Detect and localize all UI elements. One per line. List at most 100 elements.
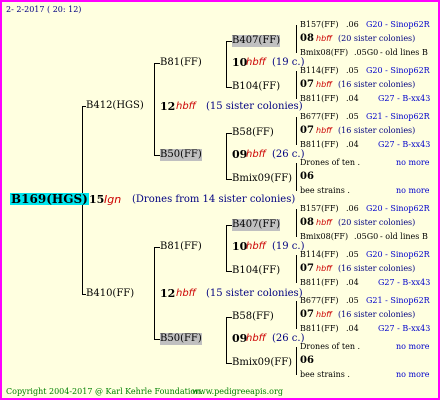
bottom-queen[interactable]: B410(FF) <box>86 288 134 300</box>
bottom-b-gen-mark: hbff <box>246 333 266 344</box>
pedigree-frame: 2- 2-2017 ( 20: 12) B169(HGS) 15 Ign (Dr… <box>0 0 440 400</box>
bottom-ab-queen[interactable]: B104(FF) <box>232 265 280 277</box>
bottom-ab-r1-num: .05 <box>346 250 359 259</box>
root-note: (Drones from 14 sister colonies) <box>132 194 296 205</box>
top-aa-r1-id[interactable]: B157(FF) <box>300 19 339 31</box>
bottom-a-gen-mark: hbff <box>246 241 266 252</box>
top-a-queen[interactable]: B81(FF) <box>160 57 202 69</box>
bottom-ab-note: (16 sister colonies) <box>338 264 416 273</box>
top-bb-r2-more: no more <box>396 186 430 195</box>
top-ab-queen[interactable]: B104(FF) <box>232 81 280 93</box>
top-l3a-connector <box>226 41 227 87</box>
bottom-aa-queen[interactable]: B407(FF) <box>232 219 281 231</box>
footer-copyright: Copyright 2004-2017 @ Karl Kehrle Founda… <box>6 387 203 396</box>
bottom-bb-r1-more: no more <box>396 342 430 351</box>
bottom-aa-r2-info: - old lines B <box>380 232 428 241</box>
top-aa-note: (20 sister colonies) <box>338 34 416 43</box>
bottom-aa-r2-id[interactable]: Bmix08(FF) <box>300 231 348 243</box>
top-l4-a <box>296 25 297 53</box>
bottom-l3b-connector <box>226 317 227 363</box>
bottom-aa-r2-num: .05G0 <box>354 232 379 241</box>
top-aa-generation: 08 <box>300 33 314 44</box>
bottom-l4-b <box>296 255 297 283</box>
top-ab-r1-info: G20 - Sinop62R <box>366 66 430 75</box>
top-aa-r1-info: G20 - Sinop62R <box>366 20 430 29</box>
top-bb-queen[interactable]: Bmix09(FF) <box>232 173 292 185</box>
top-note: (15 sister colonies) <box>206 101 303 112</box>
bottom-b-queen[interactable]: B50(FF) <box>160 333 202 345</box>
bottom-ab-r2-info: G27 - B-xx43 <box>378 278 431 287</box>
top-ab-gen-mark: hbff <box>316 80 332 89</box>
top-aa-queen[interactable]: B407(FF) <box>232 35 281 47</box>
footer-site-link[interactable]: www.pedigreeapis.org <box>192 386 283 398</box>
root-generation: 15 <box>89 193 105 206</box>
bottom-ab-r2-id[interactable]: B811(FF) <box>300 277 339 289</box>
bottom-ba-r2-info: G27 - B-xx43 <box>378 324 431 333</box>
date-stamp: 2- 2-2017 ( 20: 12) <box>6 5 82 14</box>
top-aa-r2-num: .05G0 <box>354 48 379 57</box>
bottom-ba-r2-num: .04 <box>346 324 359 333</box>
bottom-ba-r2-id[interactable]: B811(FF) <box>300 323 339 335</box>
top-bb-r1-label: Drones of ten . <box>300 158 361 167</box>
bottom-note: (15 sister colonies) <box>206 288 303 299</box>
bottom-l4-d <box>296 347 297 375</box>
bottom-aa-generation: 08 <box>300 217 314 228</box>
top-ba-r2-num: .04 <box>346 140 359 149</box>
bottom-ab-r1-info: G20 - Sinop62R <box>366 250 430 259</box>
bottom-bb-queen[interactable]: Bmix09(FF) <box>232 357 292 369</box>
top-l3b-connector <box>226 133 227 179</box>
top-ba-note: (16 sister colonies) <box>338 126 416 135</box>
top-ab-r1-id[interactable]: B114(FF) <box>300 65 339 77</box>
top-ba-gen-mark: hbff <box>316 126 332 135</box>
bottom-ab-r1-id[interactable]: B114(FF) <box>300 249 339 261</box>
bottom-generation: 12 <box>160 287 176 300</box>
top-ba-r2-id[interactable]: B811(FF) <box>300 139 339 151</box>
bottom-aa-r1-info: G20 - Sinop62R <box>366 204 430 213</box>
bottom-ab-r2-num: .04 <box>346 278 359 287</box>
bottom-aa-gen-mark: hbff <box>316 218 332 227</box>
bottom-gen-mark: hbff <box>176 288 196 299</box>
bottom-bb-generation: 06 <box>300 355 314 366</box>
bottom-ba-note: (16 sister colonies) <box>338 310 416 319</box>
top-l2-connector <box>154 63 155 155</box>
bottom-ba-r1-info: G21 - Sinop62R <box>366 296 430 305</box>
top-ab-r2-info: G27 - B-xx43 <box>378 94 431 103</box>
top-aa-r1-num: .06 <box>346 20 359 29</box>
top-ab-generation: 07 <box>300 79 314 90</box>
bottom-ab-gen-mark: hbff <box>316 264 332 273</box>
bottom-ab-generation: 07 <box>300 263 314 274</box>
top-ab-note: (16 sister colonies) <box>338 80 416 89</box>
bottom-l3a-connector <box>226 225 227 271</box>
bottom-bb-r1-label: Drones of ten . <box>300 342 361 351</box>
top-queen[interactable]: B412(HGS) <box>86 100 144 112</box>
top-bb-r2-label: bee strains . <box>300 186 350 195</box>
bottom-ba-generation: 07 <box>300 309 314 320</box>
bottom-ba-queen[interactable]: B58(FF) <box>232 311 274 323</box>
root-gen-mark: Ign <box>104 193 122 206</box>
top-ba-r2-info: G27 - B-xx43 <box>378 140 431 149</box>
top-a-gen-mark: hbff <box>246 57 266 68</box>
top-bb-r1-more: no more <box>396 158 430 167</box>
top-ab-r1-num: .05 <box>346 66 359 75</box>
top-b-queen[interactable]: B50(FF) <box>160 149 202 161</box>
bottom-l2-connector <box>154 247 155 339</box>
top-ba-queen[interactable]: B58(FF) <box>232 127 274 139</box>
top-ba-r1-id[interactable]: B677(FF) <box>300 111 339 123</box>
bottom-ba-r1-id[interactable]: B677(FF) <box>300 295 339 307</box>
top-ab-r2-id[interactable]: B811(FF) <box>300 93 339 105</box>
top-l4-d <box>296 163 297 191</box>
bottom-bb-r2-more: no more <box>396 370 430 379</box>
top-ba-r1-num: .05 <box>346 112 359 121</box>
top-bb-generation: 06 <box>300 171 314 182</box>
top-l4-b <box>296 71 297 99</box>
top-gen-mark: hbff <box>176 101 196 112</box>
bottom-ba-gen-mark: hbff <box>316 310 332 319</box>
top-aa-r2-id[interactable]: Bmix08(FF) <box>300 47 348 59</box>
bottom-l4-a <box>296 209 297 237</box>
bottom-l4-c <box>296 301 297 329</box>
top-ab-r2-num: .04 <box>346 94 359 103</box>
bottom-aa-r1-id[interactable]: B157(FF) <box>300 203 339 215</box>
root-queen[interactable]: B169(HGS) <box>10 193 89 205</box>
bottom-a-queen[interactable]: B81(FF) <box>160 241 202 253</box>
top-aa-r2-info: - old lines B <box>380 48 428 57</box>
